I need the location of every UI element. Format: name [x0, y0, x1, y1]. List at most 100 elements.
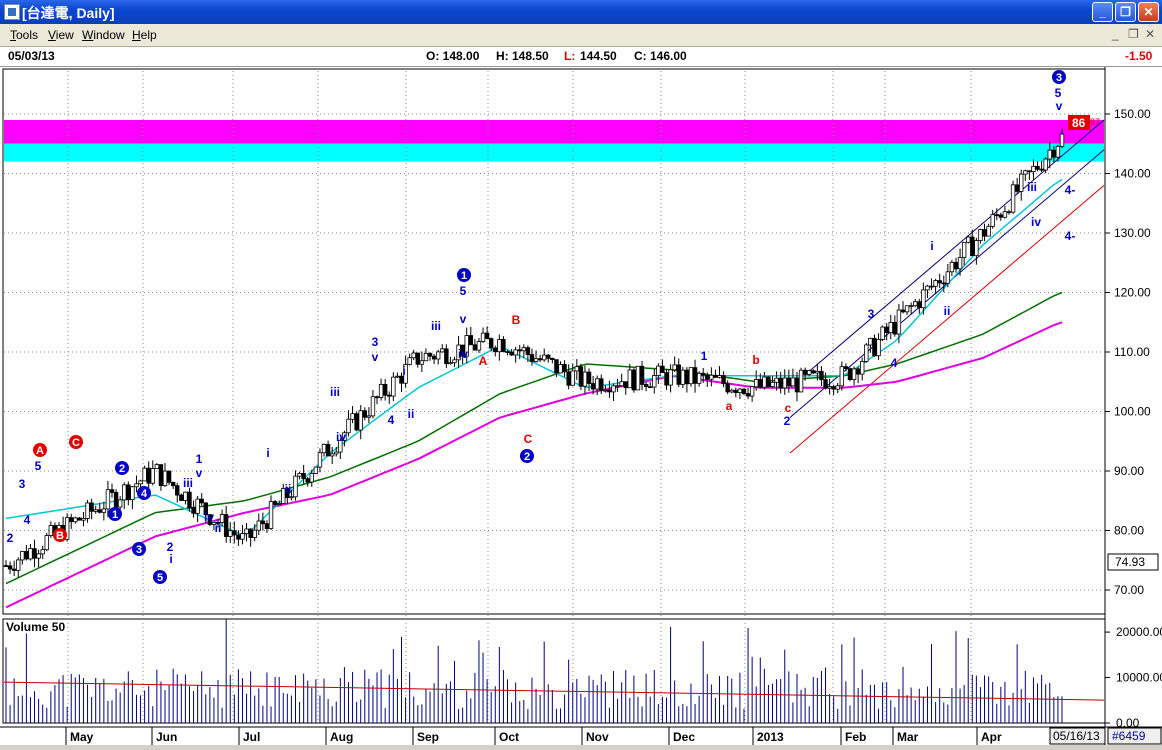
- price-chart[interactable]: ACB2413512335421viiiiviii2iii3viiiiv4iii…: [0, 67, 1162, 745]
- candle-body: [798, 369, 804, 393]
- candle-body: [48, 525, 54, 536]
- candle-body: [774, 377, 779, 383]
- mdi-minimize-button[interactable]: _: [1112, 27, 1119, 41]
- candle-body: [900, 309, 906, 313]
- quote-low: 144.50: [580, 49, 617, 63]
- candle-body: [586, 371, 592, 384]
- candle-body: [582, 371, 588, 387]
- candle-body: [1051, 149, 1057, 158]
- wave-label: v: [1056, 99, 1063, 113]
- candle-body: [990, 214, 995, 227]
- candle-body: [444, 348, 449, 365]
- title-bar[interactable]: [台達電, Daily] _ ❐ ✕: [0, 0, 1162, 24]
- candle-body: [44, 535, 49, 551]
- candle-body: [154, 464, 160, 469]
- time-tick-label: Nov: [586, 730, 609, 744]
- candle-body: [880, 326, 885, 340]
- wave-label: A: [479, 354, 488, 368]
- candle-body: [611, 385, 616, 393]
- candle-body: [488, 338, 494, 349]
- restore-button[interactable]: ❐: [1115, 2, 1136, 22]
- candle-body: [1027, 170, 1032, 173]
- candle-body: [1019, 173, 1024, 192]
- candle-body: [32, 548, 37, 559]
- close-button[interactable]: ✕: [1138, 2, 1159, 22]
- candle-body: [578, 366, 584, 387]
- candle-body: [978, 229, 983, 241]
- candle-body: [831, 386, 836, 390]
- cyan-zone: [4, 143, 1104, 162]
- candle-body: [851, 368, 857, 381]
- quote-change: -1.50: [1125, 49, 1153, 63]
- candle-body: [329, 453, 335, 457]
- wave-label: ii: [215, 521, 222, 535]
- candle-body: [325, 443, 331, 457]
- wave-label: 5: [1055, 86, 1062, 100]
- candle-body: [541, 354, 547, 361]
- candle-body: [533, 358, 539, 362]
- candle-body: [574, 366, 580, 372]
- menu-window[interactable]: Window: [82, 28, 125, 42]
- candle-body: [908, 305, 914, 308]
- wave-label: b: [752, 353, 759, 367]
- candle-body: [1059, 133, 1065, 147]
- candle-body: [953, 261, 959, 270]
- candle-body: [448, 362, 453, 365]
- price-tick-label: 120.00: [1114, 286, 1151, 300]
- candle-body: [957, 257, 963, 270]
- candle-body: [122, 484, 127, 501]
- minimize-button[interactable]: _: [1092, 2, 1113, 22]
- symbol-code: #6459: [1112, 729, 1146, 743]
- window-title: [台達電, Daily]: [22, 5, 115, 21]
- menu-help[interactable]: Help: [132, 28, 157, 42]
- menu-view[interactable]: View: [48, 28, 74, 42]
- candle-body: [276, 503, 282, 505]
- wave-circle-text: 4: [141, 488, 148, 500]
- candle-body: [525, 347, 531, 355]
- candle-body: [297, 473, 302, 477]
- wave-label: i: [169, 552, 172, 566]
- candle-body: [81, 518, 86, 521]
- menu-tools[interactable]: Tools: [10, 28, 38, 42]
- candle-body: [415, 352, 420, 365]
- quote-open: O: 148.00: [426, 49, 480, 63]
- wave-label: iii: [330, 385, 340, 399]
- candle-body: [917, 301, 922, 309]
- candle-body: [73, 517, 78, 523]
- mdi-close-button[interactable]: ✕: [1145, 27, 1155, 41]
- candle-body: [175, 485, 180, 496]
- candle-body: [680, 369, 686, 385]
- wave-circle-text: 3: [136, 544, 142, 556]
- price-tick-label: 140.00: [1114, 167, 1151, 181]
- candle-body: [382, 383, 388, 396]
- wave-label: iv: [1031, 215, 1041, 229]
- candle-body: [40, 549, 45, 555]
- wave-label: i: [930, 239, 933, 253]
- candle-body: [321, 443, 327, 454]
- wave-circle-text: 2: [119, 463, 125, 475]
- candle-body: [105, 489, 111, 510]
- last-price-badge-text: 86: [1072, 116, 1086, 130]
- candle-body: [358, 410, 363, 431]
- candle-body: [183, 491, 188, 501]
- time-tick-label: 2013: [757, 730, 784, 744]
- wave-label: v: [196, 466, 203, 480]
- candle-body: [864, 344, 869, 362]
- candle-body: [138, 480, 143, 485]
- candle-body: [1014, 184, 1020, 192]
- wave-label: 5: [35, 459, 42, 473]
- wave-label: B: [512, 313, 521, 327]
- candle-body: [692, 367, 698, 384]
- candle-body: [892, 322, 898, 335]
- candle-body: [884, 326, 889, 334]
- last-price-badge-tail: 87: [1090, 117, 1100, 127]
- candle-body: [794, 377, 800, 393]
- chart-area[interactable]: A C B 2 4 1 3 5 1 2 3 3 5 4 2 1 v iii iv ii i 2 i ii 3 v iii iv 4 i ii…: [0, 67, 1162, 745]
- chart-window-icon: [4, 4, 20, 20]
- candle-body: [476, 341, 482, 351]
- candle-body: [921, 289, 926, 309]
- quote-close: C: 146.00: [634, 49, 687, 63]
- candle-body: [109, 489, 115, 493]
- candle-body: [346, 418, 351, 434]
- mdi-restore-button[interactable]: ❐: [1128, 27, 1139, 41]
